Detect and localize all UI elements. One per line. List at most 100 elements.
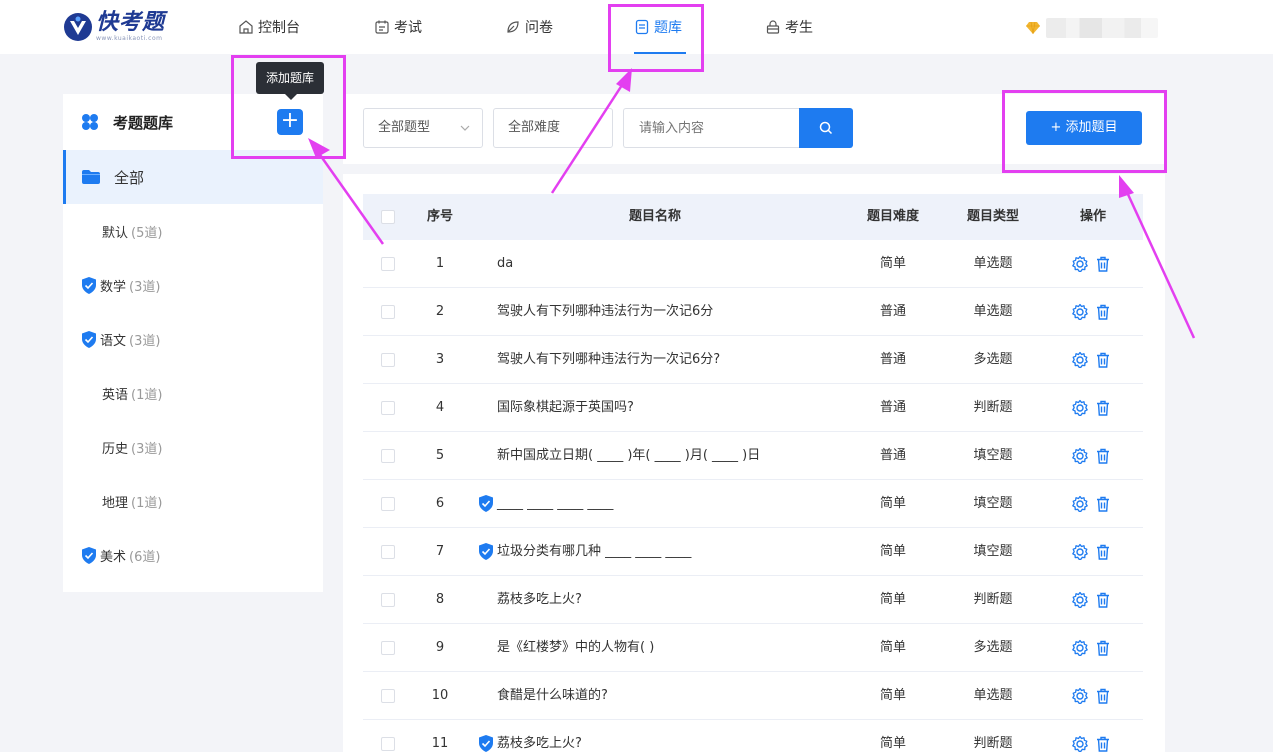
row-checkbox[interactable] — [381, 257, 395, 271]
trash-icon[interactable] — [1094, 399, 1112, 417]
sidebar-item-geography[interactable]: 地理 (1道) — [63, 474, 323, 528]
trash-icon[interactable] — [1094, 447, 1112, 465]
row-checkbox[interactable] — [381, 305, 395, 319]
sidebar-item-chinese[interactable]: 语文 (3道) — [63, 312, 323, 366]
table-row[interactable]: 9 是《红楼梦》中的人物有( ) 简单 多选题 — [363, 624, 1143, 672]
row-question-name[interactable]: 垃圾分类有哪几种 ____ ____ ____ — [497, 528, 837, 576]
nav-label: 考试 — [394, 20, 422, 36]
difficulty-select[interactable]: 全部难度 — [493, 108, 613, 148]
verified-shield-icon — [82, 276, 96, 294]
row-type: 多选题 — [973, 640, 1013, 655]
table-row[interactable]: 11 荔枝多吃上火? 简单 判断题 — [363, 720, 1143, 752]
row-question-name[interactable]: 驾驶人有下列哪种违法行为一次记6分? — [497, 336, 837, 384]
sidebar-item-math[interactable]: 数学 (3道) — [63, 258, 323, 312]
column-header-index: 序号 — [426, 209, 453, 224]
settings-gear-icon[interactable] — [1071, 591, 1089, 609]
sidebar-item-default[interactable]: 默认 (5道) — [63, 204, 323, 258]
row-index: 10 — [431, 688, 449, 703]
select-all-checkbox[interactable] — [381, 210, 395, 224]
settings-gear-icon[interactable] — [1071, 495, 1089, 513]
row-checkbox[interactable] — [381, 449, 395, 463]
table-row[interactable]: 1 da 简单 单选题 — [363, 240, 1143, 288]
sidebar-item-label: 地理 — [102, 495, 129, 511]
question-type-select[interactable]: 全部题型 — [363, 108, 483, 148]
sidebar-item-label: 历史 — [102, 441, 129, 457]
row-checkbox[interactable] — [381, 545, 395, 559]
row-checkbox[interactable] — [381, 641, 395, 655]
row-question-name[interactable]: 驾驶人有下列哪种违法行为一次记6分 — [497, 288, 837, 336]
row-question-name[interactable]: 是《红楼梦》中的人物有( ) — [497, 624, 837, 672]
row-type: 判断题 — [973, 400, 1013, 415]
trash-icon[interactable] — [1094, 591, 1112, 609]
row-index: 1 — [435, 256, 445, 271]
verified-shield-icon — [479, 735, 493, 752]
table-row[interactable]: 5 新中国成立日期( ____ )年( ____ )月( ____ )日 普通 填空题 — [363, 432, 1143, 480]
row-difficulty: 普通 — [879, 448, 906, 463]
sidebar-item-history[interactable]: 历史 (3道) — [63, 420, 323, 474]
row-question-name[interactable]: 荔枝多吃上火? — [497, 720, 837, 752]
trash-icon[interactable] — [1094, 543, 1112, 561]
calendar-icon — [375, 20, 389, 34]
sidebar-item-count: (1道) — [131, 387, 163, 403]
table-row[interactable]: 3 驾驶人有下列哪种违法行为一次记6分? 普通 多选题 — [363, 336, 1143, 384]
user-menu[interactable] — [1026, 18, 1158, 38]
row-question-name[interactable]: 荔枝多吃上火? — [497, 576, 837, 624]
brand-logo[interactable]: 快考题 www.kuaikaoti.com — [62, 10, 165, 44]
row-type: 填空题 — [973, 544, 1013, 559]
row-checkbox[interactable] — [381, 689, 395, 703]
row-checkbox[interactable] — [381, 737, 395, 751]
settings-gear-icon[interactable] — [1071, 447, 1089, 465]
table-row[interactable]: 8 荔枝多吃上火? 简单 判断题 — [363, 576, 1143, 624]
settings-gear-icon[interactable] — [1071, 351, 1089, 369]
search-button[interactable] — [799, 108, 853, 148]
nav-label: 控制台 — [258, 20, 300, 36]
trash-icon[interactable] — [1094, 495, 1112, 513]
table-row[interactable]: 6 ____ ____ ____ ____ 简单 填空题 — [363, 480, 1143, 528]
trash-icon[interactable] — [1094, 639, 1112, 657]
settings-gear-icon[interactable] — [1071, 735, 1089, 752]
trash-icon[interactable] — [1094, 351, 1112, 369]
trash-icon[interactable] — [1094, 303, 1112, 321]
row-actions — [1071, 624, 1117, 672]
sidebar-item-art[interactable]: 美术 (6道) — [63, 528, 323, 582]
row-question-name[interactable]: ____ ____ ____ ____ — [497, 480, 837, 528]
table-row[interactable]: 10 食醋是什么味道的? 简单 单选题 — [363, 672, 1143, 720]
category-grid-icon — [82, 114, 98, 130]
select-value: 全部题型 — [378, 120, 431, 135]
row-checkbox[interactable] — [381, 497, 395, 511]
table-row[interactable]: 7 垃圾分类有哪几种 ____ ____ ____ 简单 填空题 — [363, 528, 1143, 576]
row-checkbox[interactable] — [381, 401, 395, 415]
row-index: 3 — [435, 352, 445, 367]
search-input[interactable] — [623, 108, 800, 148]
settings-gear-icon[interactable] — [1071, 303, 1089, 321]
row-question-name[interactable]: da — [497, 240, 837, 288]
row-actions — [1071, 384, 1117, 432]
trash-icon[interactable] — [1094, 255, 1112, 273]
settings-gear-icon[interactable] — [1071, 543, 1089, 561]
trash-icon[interactable] — [1094, 687, 1112, 705]
row-question-name[interactable]: 新中国成立日期( ____ )年( ____ )月( ____ )日 — [497, 432, 837, 480]
row-question-name[interactable]: 食醋是什么味道的? — [497, 672, 837, 720]
row-actions — [1071, 672, 1117, 720]
table-row[interactable]: 4 国际象棋起源于英国吗? 普通 判断题 — [363, 384, 1143, 432]
row-question-name[interactable]: 国际象棋起源于英国吗? — [497, 384, 837, 432]
column-header-actions: 操作 — [1079, 209, 1106, 224]
table-header: 序号 题目名称 题目难度 题目类型 操作 — [363, 194, 1143, 240]
trash-icon[interactable] — [1094, 735, 1112, 752]
sidebar-item-count: (1道) — [131, 495, 163, 511]
nav-item-survey[interactable]: 问卷 — [505, 0, 553, 54]
settings-gear-icon[interactable] — [1071, 639, 1089, 657]
nav-item-examinee[interactable]: 考生 — [765, 0, 813, 54]
row-checkbox[interactable] — [381, 353, 395, 367]
nav-item-dashboard[interactable]: 控制台 — [238, 0, 300, 54]
settings-gear-icon[interactable] — [1071, 687, 1089, 705]
sidebar-item-label: 美术 — [100, 549, 127, 565]
row-index: 5 — [435, 448, 445, 463]
row-checkbox[interactable] — [381, 593, 395, 607]
settings-gear-icon[interactable] — [1071, 255, 1089, 273]
row-type: 单选题 — [973, 688, 1013, 703]
table-row[interactable]: 2 驾驶人有下列哪种违法行为一次记6分 普通 单选题 — [363, 288, 1143, 336]
settings-gear-icon[interactable] — [1071, 399, 1089, 417]
sidebar-item-english[interactable]: 英语 (1道) — [63, 366, 323, 420]
nav-item-exam[interactable]: 考试 — [374, 0, 422, 54]
